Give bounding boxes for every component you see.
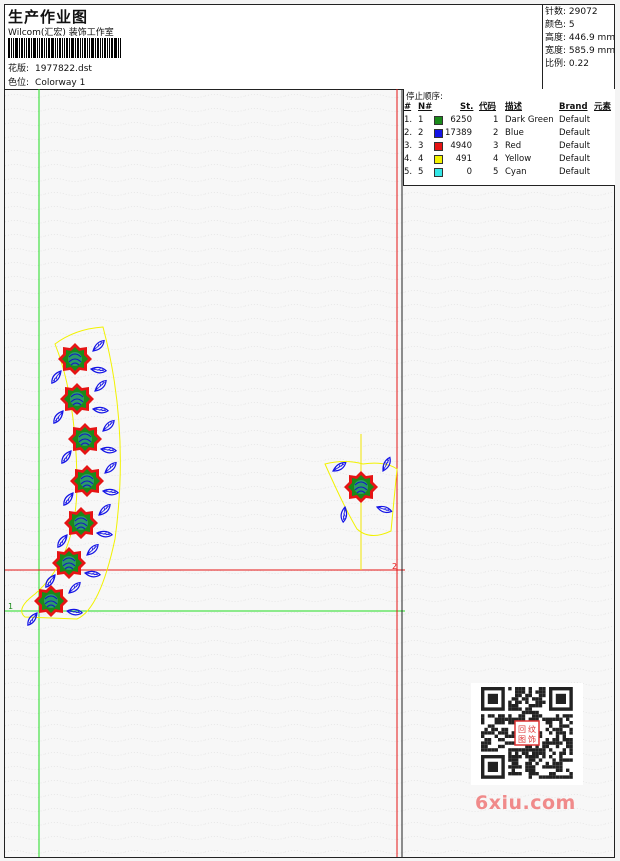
row-description: Blue xyxy=(505,128,524,138)
flower-motif xyxy=(67,422,103,456)
row-description: Cyan xyxy=(505,167,527,177)
company-name: Wilcom(汇宏) 装饰工作室 xyxy=(8,28,114,38)
table-row: 4. 4 491 4 Yellow Default xyxy=(404,153,615,166)
flower-motif xyxy=(63,506,99,540)
row-needle: 3 xyxy=(418,141,424,151)
color-swatch xyxy=(434,116,443,125)
color-swatch xyxy=(434,155,443,164)
row-needle: 2 xyxy=(418,128,424,138)
row-code: 4 xyxy=(493,154,499,164)
sheet-header: 生产作业图 Wilcom(汇宏) 装饰工作室 花版: 1977822.dst 色位… xyxy=(5,5,616,90)
qr-code: 回纹图饰 xyxy=(471,683,583,785)
spec-colors: 颜色: 5 xyxy=(545,20,575,30)
row-needle: 4 xyxy=(418,154,424,164)
row-code: 3 xyxy=(493,141,499,151)
row-stitches: 6250 xyxy=(450,115,472,125)
color-swatch xyxy=(434,129,443,138)
table-row: 5. 5 0 5 Cyan Default xyxy=(404,166,615,179)
production-sheet: 生产作业图 Wilcom(汇宏) 装饰工作室 花版: 1977822.dst 色位… xyxy=(4,4,615,858)
row-stitches: 17389 xyxy=(444,128,472,138)
table-row: 1. 1 6250 1 Dark Green Default xyxy=(404,114,615,127)
svg-text:回: 回 xyxy=(518,725,526,734)
row-stitches: 4940 xyxy=(450,141,472,151)
table-row: 2. 2 17389 2 Blue Default xyxy=(404,127,615,140)
spec-stitches: 针数: 29072 xyxy=(545,7,598,17)
barcode xyxy=(8,38,143,58)
flower-motif xyxy=(33,584,69,618)
row-needle: 5 xyxy=(418,167,424,177)
spec-height: 高度: 446.9 mm xyxy=(545,33,616,43)
flower-motif xyxy=(57,342,93,376)
row-brand: Default xyxy=(559,115,591,125)
row-index: 3. xyxy=(404,141,413,151)
stop-sequence-table: 停止顺序: # N# St. 代码 描述 Brand 元素 1. 1 6250 1 Da… xyxy=(403,89,615,186)
flower-motif xyxy=(69,464,105,498)
row-brand: Default xyxy=(559,141,591,151)
color-swatch xyxy=(434,168,443,177)
design-line: 花版: 1977822.dst xyxy=(8,61,92,74)
color-swatch xyxy=(434,142,443,151)
table-row: 3. 3 4940 3 Red Default xyxy=(404,140,615,153)
row-stitches: 0 xyxy=(466,167,472,177)
row-code: 5 xyxy=(493,167,499,177)
row-brand: Default xyxy=(559,154,591,164)
row-brand: Default xyxy=(559,167,591,177)
watermark: 6xiu.com xyxy=(475,792,576,814)
flower-motif xyxy=(59,382,95,416)
colorway-value: Colorway 1 xyxy=(35,78,86,88)
row-code: 1 xyxy=(493,115,499,125)
table-header: # N# St. 代码 描述 Brand 元素 xyxy=(404,102,612,112)
design-value: 1977822.dst xyxy=(35,64,92,74)
flower-motif xyxy=(51,546,87,580)
svg-text:纹: 纹 xyxy=(528,724,536,734)
row-index: 4. xyxy=(404,154,413,164)
row-code: 2 xyxy=(493,128,499,138)
start-marker: 1 xyxy=(8,602,13,611)
row-needle: 1 xyxy=(418,115,424,125)
colorway-label: 色位: xyxy=(8,78,30,88)
row-description: Red xyxy=(505,141,522,151)
row-description: Dark Green xyxy=(505,115,554,125)
colorway-line: 色位: Colorway 1 xyxy=(8,75,85,88)
page-title: 生产作业图 xyxy=(8,8,89,26)
design-canvas: 1 2 停止顺序: # N# St. 代码 描述 Brand 元素 1. 1 625… xyxy=(5,89,615,857)
row-index: 5. xyxy=(404,167,413,177)
spec-width: 宽度: 585.9 mm xyxy=(545,46,616,56)
row-index: 2. xyxy=(404,128,413,138)
spec-ratio: 比例: 0.22 xyxy=(545,59,589,69)
design-specs: 针数: 29072 颜色: 5 高度: 446.9 mm 宽度: 585.9 m… xyxy=(542,5,616,89)
svg-text:饰: 饰 xyxy=(528,734,536,744)
row-stitches: 491 xyxy=(455,154,472,164)
design-label: 花版: xyxy=(8,64,30,74)
row-brand: Default xyxy=(559,128,591,138)
row-index: 1. xyxy=(404,115,413,125)
end-marker: 2 xyxy=(392,562,397,571)
svg-text:图: 图 xyxy=(518,735,526,744)
row-description: Yellow xyxy=(505,154,532,164)
